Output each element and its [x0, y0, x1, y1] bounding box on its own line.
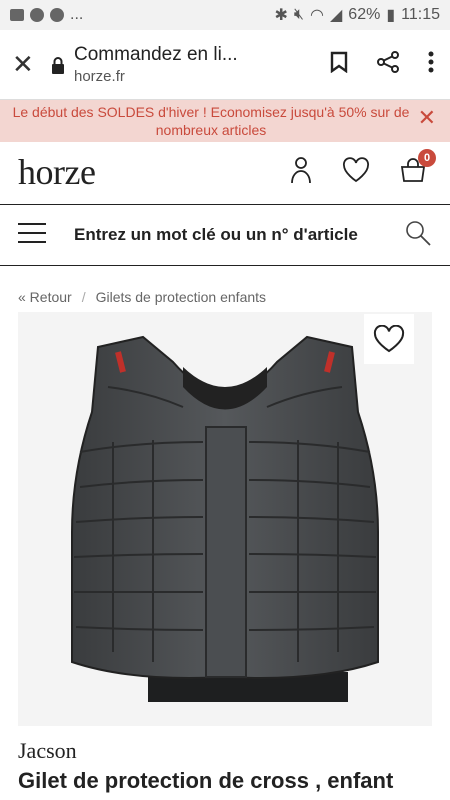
- product-wishlist-button[interactable]: [364, 314, 414, 364]
- notification-icon: [30, 8, 44, 22]
- battery-icon: ▮: [386, 7, 396, 24]
- account-icon[interactable]: [290, 156, 312, 189]
- breadcrumb-back-link[interactable]: « Retour: [18, 289, 72, 305]
- page-info[interactable]: Commandez en li... horze.fr: [68, 44, 330, 85]
- product-brand[interactable]: Jacson: [0, 726, 450, 766]
- breadcrumb-separator: /: [81, 289, 86, 305]
- search-input[interactable]: Entrez un mot clé ou un n° d'article: [46, 225, 404, 245]
- page-title: Commandez en li...: [74, 44, 238, 65]
- browser-actions: [330, 50, 438, 79]
- product-image[interactable]: [18, 312, 432, 726]
- wishlist-heart-icon[interactable]: [342, 156, 370, 188]
- search-bar[interactable]: Entrez un mot clé ou un n° d'article: [0, 204, 450, 266]
- horze-logo[interactable]: horze: [18, 151, 96, 193]
- status-bar: ... ✱ 🔇︎ ◠ ◢ 62% ▮ 11:15: [0, 0, 450, 30]
- close-tab-button[interactable]: ✕: [12, 49, 48, 80]
- page-domain: horze.fr: [74, 68, 125, 85]
- promo-close-icon[interactable]: ✕: [418, 107, 436, 129]
- snapchat-icon: [50, 8, 64, 22]
- breadcrumb: « Retour / Gilets de protection enfants: [0, 266, 450, 312]
- lock-icon: [48, 56, 68, 74]
- search-icon[interactable]: [404, 219, 432, 252]
- cart-count-badge: 0: [418, 148, 436, 167]
- status-left: ...: [10, 6, 83, 24]
- cart-button[interactable]: 0: [400, 148, 436, 188]
- youtube-icon: [10, 9, 24, 21]
- breadcrumb-category-link[interactable]: Gilets de protection enfants: [96, 289, 266, 305]
- browser-url-bar: ✕ Commandez en li... horze.fr: [0, 30, 450, 100]
- share-icon[interactable]: [376, 50, 400, 79]
- clock: 11:15: [401, 6, 440, 23]
- close-icon: ✕: [12, 49, 34, 79]
- status-more: ...: [70, 6, 84, 23]
- signal-icon: ◢: [329, 7, 343, 24]
- promo-text: Le début des SOLDES d'hiver ! Economisez…: [12, 104, 410, 138]
- protective-vest-image: [71, 335, 379, 702]
- promo-banner: Le début des SOLDES d'hiver ! Economisez…: [0, 100, 450, 142]
- header-icons: 0: [290, 148, 436, 189]
- bookmark-icon[interactable]: [330, 51, 348, 78]
- heart-icon: [373, 325, 405, 353]
- status-right: ✱ 🔇︎ ◠ ◢ 62% ▮ 11:15: [275, 5, 440, 25]
- bluetooth-icon: ✱: [274, 7, 288, 24]
- product-name: Gilet de protection de cross , enfant: [18, 768, 394, 793]
- menu-icon[interactable]: [18, 222, 46, 249]
- mute-icon: 🔇︎: [293, 6, 305, 23]
- site-header: horze 0: [0, 142, 450, 202]
- more-icon[interactable]: [428, 51, 434, 78]
- wifi-icon: ◠: [310, 7, 324, 24]
- battery-level: 62%: [348, 6, 381, 23]
